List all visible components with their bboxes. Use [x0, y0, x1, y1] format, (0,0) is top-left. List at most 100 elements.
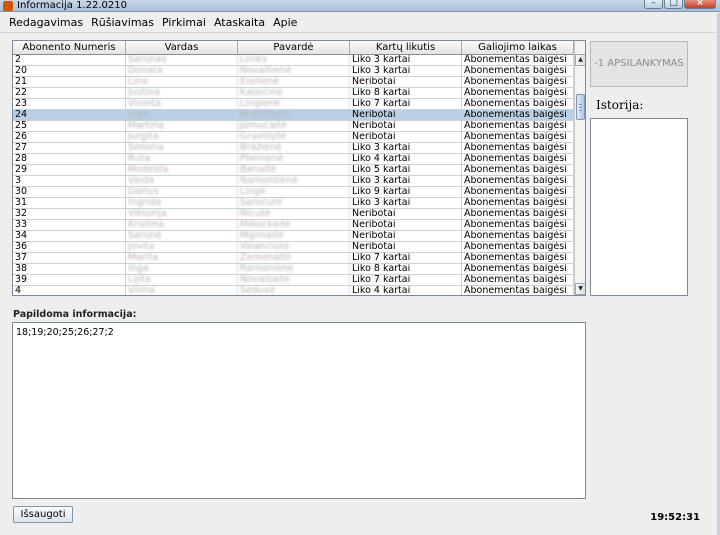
- maximize-icon: □: [669, 0, 678, 8]
- extra-info-textarea[interactable]: 18;19;20;25;26;27;2: [12, 322, 586, 499]
- table-row[interactable]: 22 Justina Kalaicinė Liko 8 kartai Abonement…: [13, 88, 574, 99]
- table-row[interactable]: 29 Modesta Banaitė Liko 5 kartai Abonementas…: [13, 165, 574, 176]
- cell-galiojimo-laikas: Abonementas baigėsi: [462, 242, 574, 252]
- table-row[interactable]: 4 Vilma Šeduvė Liko 4 kartai Abonementas bai…: [13, 286, 574, 295]
- cell-galiojimo-laikas: Abonementas baigėsi: [462, 286, 574, 295]
- menu-rusiavimas[interactable]: Rūšiavimas: [87, 14, 158, 32]
- cell-pavarde: Plienienė: [238, 154, 350, 164]
- cell-pavarde: Saročutė: [238, 198, 350, 208]
- header-vardas[interactable]: Vardas: [126, 41, 238, 55]
- cell-galiojimo-laikas: Abonementas baigėsi: [462, 209, 574, 219]
- table-row[interactable]: 32 Viktorija Nicutė Neribotai Abonementas ba…: [13, 209, 574, 220]
- table-row[interactable]: 25 Martina Jomučaitė Neribotai Abonementas b…: [13, 121, 574, 132]
- cell-galiojimo-laikas: Abonementas baigėsi: [462, 220, 574, 230]
- cell-numeris: 23: [13, 99, 126, 109]
- menu-pirkimai[interactable]: Pirkimai: [158, 14, 210, 32]
- table-row[interactable]: 27 Simona Bražienė Liko 3 kartai Abonementas…: [13, 143, 574, 154]
- table-scrollbar[interactable]: ▲ ▼: [574, 41, 585, 295]
- cell-pavarde: Mgimaitė: [238, 231, 350, 241]
- table-row[interactable]: 36 Jovita Valančiūtė Neribotai Abonementas b…: [13, 242, 574, 253]
- cell-kartu-likutis: Liko 8 kartai: [350, 264, 462, 274]
- cell-vardas: Vilma: [126, 286, 238, 295]
- cell-kartu-likutis: Liko 3 kartai: [350, 143, 462, 153]
- table-row[interactable]: 23 Violeta Lingienė Liko 7 kartai Abonementa…: [13, 99, 574, 110]
- thumb-grip: [579, 104, 582, 105]
- title-bar[interactable]: Informacija 1.22.0210 – □ ×: [0, 0, 720, 12]
- cell-pavarde: Mikuckaitė: [238, 220, 350, 230]
- cell-pavarde: Liniks: [238, 55, 350, 65]
- cell-vardas: Darius: [126, 187, 238, 197]
- cell-galiojimo-laikas: Abonementas baigėsi: [462, 99, 574, 109]
- table-row[interactable]: 20 Donata Novaitienė Liko 3 kartai Abonement…: [13, 66, 574, 77]
- cell-pavarde: Eisilienė: [238, 77, 350, 87]
- minimize-icon: –: [651, 0, 656, 8]
- cell-kartu-likutis: Neribotai: [350, 220, 462, 230]
- cell-kartu-likutis: Neribotai: [350, 242, 462, 252]
- table-row[interactable]: 28 Rūta Plienienė Liko 4 kartai Abonementas …: [13, 154, 574, 165]
- cell-vardas: Simona: [126, 143, 238, 153]
- cell-kartu-likutis: Liko 4 kartai: [350, 286, 462, 295]
- cell-numeris: 33: [13, 220, 126, 230]
- cell-kartu-likutis: Neribotai: [350, 121, 462, 131]
- cell-numeris: 34: [13, 231, 126, 241]
- table-row[interactable]: 33 Kristina Mikuckaitė Neribotai Abonementas…: [13, 220, 574, 231]
- table-body: 2 Šarūnas Liniks Liko 3 kartai Abonementas b…: [13, 55, 574, 295]
- cell-kartu-likutis: Liko 3 kartai: [350, 55, 462, 65]
- cell-vardas: Lina: [126, 77, 238, 87]
- history-list[interactable]: [590, 118, 688, 296]
- cell-galiojimo-laikas: Abonementas baigėsi: [462, 264, 574, 274]
- thumb-grip: [579, 107, 582, 108]
- minus-one-visit-button[interactable]: -1 APSILANKYMAS: [590, 41, 688, 87]
- minimize-button[interactable]: –: [644, 0, 663, 9]
- table-row[interactable]: 37 Marita Žemonaitė Liko 7 kartai Abonementa…: [13, 253, 574, 264]
- cell-galiojimo-laikas: Abonementas baigėsi: [462, 231, 574, 241]
- scroll-thumb[interactable]: [576, 94, 585, 120]
- cell-kartu-likutis: Neribotai: [350, 231, 462, 241]
- table-row[interactable]: 3 Vaida Namontienė Liko 3 kartai Abonementas…: [13, 176, 574, 187]
- subscriptions-table: Abonento Numeris Vardas Pavardė Kartų li…: [12, 40, 586, 296]
- scroll-down-arrow-icon[interactable]: ▼: [575, 283, 585, 295]
- cell-numeris: 29: [13, 165, 126, 175]
- cell-numeris: 3: [13, 176, 126, 186]
- cell-galiojimo-laikas: Abonementas baigėsi: [462, 165, 574, 175]
- header-galiojimo-laikas[interactable]: Galiojimo laikas: [462, 41, 574, 55]
- menu-ataskaita[interactable]: Ataskaita: [210, 14, 269, 32]
- table-row[interactable]: 26 Jurgita Grainilytė Neribotai Abonementas …: [13, 132, 574, 143]
- cell-numeris: 31: [13, 198, 126, 208]
- cell-kartu-likutis: Liko 7 kartai: [350, 253, 462, 263]
- save-button[interactable]: Išsaugoti: [13, 506, 73, 523]
- cell-vardas: Justina: [126, 88, 238, 98]
- cell-pavarde: Ramonienė: [238, 264, 350, 274]
- table-row[interactable]: 31 Ingrida Saročutė Liko 3 kartai Abonementa…: [13, 198, 574, 209]
- table-row[interactable]: 39 Lijita Novaišaitė Liko 7 kartai Abonement…: [13, 275, 574, 286]
- table-row[interactable]: 34 Šarūnė Mgimaitė Neribotai Abonementas bai…: [13, 231, 574, 242]
- maximize-button[interactable]: □: [664, 0, 683, 9]
- cell-pavarde: Grainilytė: [238, 132, 350, 142]
- table-row[interactable]: 38 Inga Ramonienė Liko 8 kartai Abonementas …: [13, 264, 574, 275]
- java-app-icon: [3, 1, 13, 11]
- cell-pavarde: Lingė: [238, 187, 350, 197]
- cell-kartu-likutis: Liko 8 kartai: [350, 88, 462, 98]
- table-row[interactable]: 2 Šarūnas Liniks Liko 3 kartai Abonementas b…: [13, 55, 574, 66]
- menu-redagavimas[interactable]: Redagavimas: [5, 14, 87, 32]
- cell-kartu-likutis: Neribotai: [350, 132, 462, 142]
- cell-kartu-likutis: Liko 5 kartai: [350, 165, 462, 175]
- table-row[interactable]: 30 Darius Lingė Liko 9 kartai Abonementas ba…: [13, 187, 574, 198]
- header-kartu-likutis[interactable]: Kartų likutis: [350, 41, 462, 55]
- cell-numeris: 28: [13, 154, 126, 164]
- cell-numeris: 32: [13, 209, 126, 219]
- cell-kartu-likutis: Liko 3 kartai: [350, 176, 462, 186]
- header-pavarde[interactable]: Pavardė: [238, 41, 350, 55]
- table-row[interactable]: 21 Lina Eisilienė Neribotai Abonementas baig…: [13, 77, 574, 88]
- menu-apie[interactable]: Apie: [269, 14, 301, 32]
- cell-pavarde: Kalaicinė: [238, 88, 350, 98]
- table-row[interactable]: 24 Ingė Brazdžiutė Neribotai Abonementas bai…: [13, 110, 574, 121]
- header-abonento-numeris[interactable]: Abonento Numeris: [13, 41, 126, 55]
- cell-vardas: Šarūnas: [126, 55, 238, 65]
- close-button[interactable]: ×: [684, 0, 716, 9]
- cell-numeris: 24: [13, 110, 126, 120]
- cell-kartu-likutis: Liko 7 kartai: [350, 275, 462, 285]
- cell-galiojimo-laikas: Abonementas baigėsi: [462, 77, 574, 87]
- cell-pavarde: Brazdžiutė: [238, 110, 350, 120]
- scroll-up-arrow-icon[interactable]: ▲: [575, 54, 585, 66]
